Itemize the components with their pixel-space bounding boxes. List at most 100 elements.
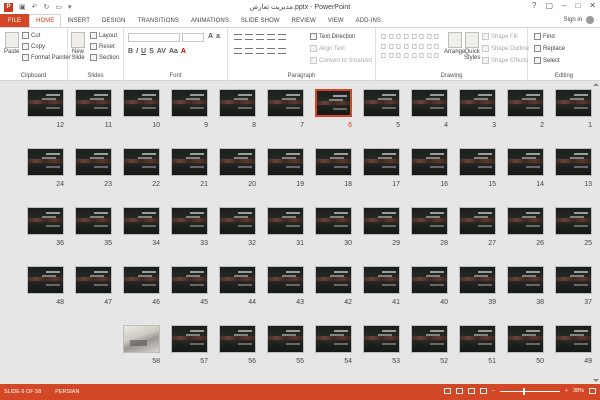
font-size-combo[interactable] — [182, 33, 204, 42]
slide-thumbnail-47[interactable]: 47 — [75, 266, 112, 306]
scroll-up-icon[interactable] — [593, 83, 599, 86]
scroll-down-icon[interactable] — [593, 379, 599, 382]
section-button[interactable]: Section — [90, 54, 119, 61]
bold-icon[interactable]: B — [128, 48, 133, 55]
slide-preview[interactable] — [171, 266, 208, 294]
reading-view-icon[interactable] — [467, 388, 475, 394]
zoom-in-icon[interactable]: + — [565, 388, 568, 394]
zoom-slider[interactable] — [499, 387, 560, 395]
increase-indent-icon[interactable] — [267, 34, 275, 40]
grow-font-icon[interactable]: A — [208, 33, 213, 40]
slide-thumbnail-20[interactable]: 20 — [219, 148, 256, 188]
tab-home[interactable]: HOME — [29, 14, 62, 27]
slide-preview[interactable] — [555, 266, 592, 294]
slide-preview[interactable] — [27, 89, 64, 117]
slide-preview[interactable] — [267, 89, 304, 117]
align-right-icon[interactable] — [256, 48, 264, 54]
slide-preview[interactable] — [75, 207, 112, 235]
slide-preview[interactable] — [411, 148, 448, 176]
bullets-icon[interactable] — [234, 34, 242, 40]
slide-preview[interactable] — [219, 207, 256, 235]
slide-preview[interactable] — [315, 148, 352, 176]
tab-view[interactable]: VIEW — [322, 14, 350, 27]
layout-button[interactable]: Layout — [90, 32, 117, 39]
slide-preview[interactable] — [459, 89, 496, 117]
slide-thumbnail-9[interactable]: 9 — [171, 89, 208, 129]
shrink-font-icon[interactable]: a — [216, 33, 220, 40]
tab-add-ins[interactable]: ADD-INS — [350, 14, 387, 27]
slide-thumbnail-22[interactable]: 22 — [123, 148, 160, 188]
slide-preview[interactable] — [75, 148, 112, 176]
slide-thumbnail-5[interactable]: 5 — [363, 89, 400, 129]
slide-preview[interactable] — [363, 89, 400, 117]
quick-styles-button[interactable]: Quick Styles — [464, 32, 480, 61]
center-icon[interactable] — [245, 48, 253, 54]
slide-preview[interactable] — [27, 148, 64, 176]
slide-preview[interactable] — [459, 266, 496, 294]
slide-preview[interactable] — [27, 207, 64, 235]
new-slide-button[interactable]: New Slide — [71, 32, 85, 61]
slide-sorter[interactable]: 1 2 3 4 5 6 7 8 9 10 11 12 13 14 15 16 17 18 19 20 21 22 23 24 2… — [0, 81, 600, 384]
slide-thumbnail-53[interactable]: 53 — [363, 325, 400, 365]
slide-preview[interactable] — [267, 148, 304, 176]
slide-sorter-view-icon[interactable] — [455, 388, 463, 394]
shape-icon[interactable] — [419, 43, 424, 49]
shapes-gallery[interactable] — [380, 32, 440, 60]
start-from-beginning-icon[interactable]: ▭ — [55, 3, 62, 11]
slide-thumbnail-25[interactable]: 25 — [555, 207, 592, 247]
close-icon[interactable]: ✕ — [589, 1, 596, 10]
slide-thumbnail-36[interactable]: 36 — [27, 207, 64, 247]
decrease-indent-icon[interactable] — [256, 34, 264, 40]
slide-thumbnail-34[interactable]: 34 — [123, 207, 160, 247]
shape-icon[interactable] — [389, 33, 393, 39]
slide-thumbnail-49[interactable]: 49 — [555, 325, 592, 365]
slide-preview[interactable] — [267, 266, 304, 294]
slide-preview[interactable] — [363, 207, 400, 235]
help-icon[interactable]: ? — [532, 1, 536, 10]
format-painter-button[interactable]: Format Painter — [22, 54, 71, 61]
shape-icon[interactable] — [434, 53, 439, 59]
justify-icon[interactable] — [267, 48, 275, 54]
slide-thumbnail-43[interactable]: 43 — [267, 266, 304, 306]
slide-preview[interactable] — [267, 207, 304, 235]
slide-thumbnail-41[interactable]: 41 — [363, 266, 400, 306]
save-icon[interactable]: ▣ — [19, 3, 26, 11]
slide-preview[interactable] — [507, 89, 544, 117]
strikethrough-icon[interactable]: S — [149, 48, 154, 55]
reset-button[interactable]: Reset — [90, 43, 115, 50]
shape-icon[interactable] — [381, 43, 386, 49]
slide-preview[interactable] — [363, 266, 400, 294]
cut-button[interactable]: Cut — [22, 32, 40, 39]
arrange-button[interactable]: Arrange — [444, 32, 465, 55]
shape-effects-button[interactable]: Shape Effects — [482, 57, 528, 64]
change-case-icon[interactable]: Aa — [169, 48, 178, 55]
slide-preview[interactable] — [555, 148, 592, 176]
align-left-icon[interactable] — [234, 48, 242, 54]
slide-thumbnail-37[interactable]: 37 — [555, 266, 592, 306]
slide-preview[interactable] — [555, 89, 592, 117]
slide-preview[interactable] — [507, 148, 544, 176]
slide-thumbnail-50[interactable]: 50 — [507, 325, 544, 365]
shape-icon[interactable] — [381, 53, 386, 59]
slide-preview[interactable] — [315, 207, 352, 235]
slide-preview[interactable] — [411, 89, 448, 117]
shape-icon[interactable] — [396, 43, 401, 49]
slide-preview[interactable] — [315, 325, 352, 353]
slide-preview[interactable] — [123, 325, 160, 353]
slide-thumbnail-3[interactable]: 3 — [459, 89, 496, 129]
slide-thumbnail-45[interactable]: 45 — [171, 266, 208, 306]
zoom-slider-thumb[interactable] — [522, 387, 525, 395]
slide-thumbnail-35[interactable]: 35 — [75, 207, 112, 247]
slide-preview[interactable] — [363, 148, 400, 176]
ribbon-display-icon[interactable]: ▢ — [545, 1, 553, 10]
zoom-level[interactable]: 38% — [573, 388, 584, 394]
slide-thumbnail-57[interactable]: 57 — [171, 325, 208, 365]
tab-file[interactable]: FILE — [0, 14, 30, 27]
slide-preview[interactable] — [507, 266, 544, 294]
slide-thumbnail-19[interactable]: 19 — [267, 148, 304, 188]
tab-animations[interactable]: ANIMATIONS — [185, 14, 235, 27]
slide-thumbnail-39[interactable]: 39 — [459, 266, 496, 306]
shape-icon[interactable] — [434, 33, 439, 39]
shape-icon[interactable] — [404, 53, 409, 59]
tab-transitions[interactable]: TRANSITIONS — [132, 14, 185, 27]
